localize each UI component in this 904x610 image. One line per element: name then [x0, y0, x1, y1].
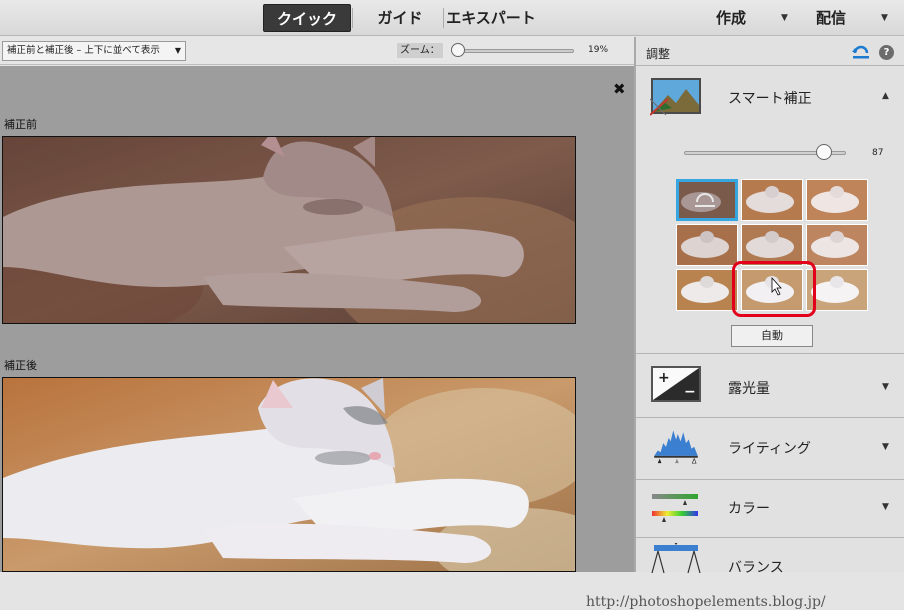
lighting-histogram-icon — [654, 430, 698, 464]
preset-thumbnail-reset[interactable] — [676, 179, 738, 221]
svg-text:−: − — [684, 384, 696, 400]
preset-thumbnail[interactable] — [806, 179, 868, 221]
zoom-label: ズーム： — [397, 43, 443, 58]
smart-fix-icon — [650, 78, 701, 116]
share-menu-chevron-icon[interactable]: ▼ — [881, 4, 888, 32]
divider — [636, 537, 904, 538]
chevron-down-icon: ▼ — [174, 46, 181, 55]
divider — [636, 65, 904, 66]
zoom-slider-track[interactable] — [454, 49, 574, 53]
exposure-icon: + − — [651, 366, 701, 402]
expand-icon[interactable]: ▼ — [882, 442, 889, 452]
reset-icon[interactable] — [852, 44, 870, 60]
divider — [636, 353, 904, 354]
preset-thumbnail[interactable] — [676, 269, 738, 311]
expand-icon[interactable]: ▼ — [882, 382, 889, 392]
collapse-icon[interactable]: ▲ — [882, 91, 889, 101]
watermark-text: http://photoshopelements.blog.jp/ — [586, 594, 826, 610]
mode-guide-button[interactable]: ガイド — [360, 4, 440, 32]
before-photo — [2, 136, 576, 324]
divider — [443, 8, 444, 28]
create-menu-chevron-icon[interactable]: ▼ — [781, 4, 788, 32]
help-icon[interactable]: ? — [879, 45, 894, 60]
divider — [636, 479, 904, 480]
svg-text:+: + — [658, 370, 670, 386]
smart-fix-value: 87 — [872, 148, 884, 158]
mode-expert-button[interactable]: エキスパート — [446, 4, 536, 32]
color-icon — [652, 494, 698, 522]
close-icon[interactable]: ✖ — [613, 80, 626, 98]
balance-label[interactable]: バランス — [728, 557, 784, 577]
options-bar: 補正前と補正後 – 上下に並べて表示 ▼ ズーム： 19% — [0, 37, 634, 65]
divider — [352, 8, 353, 28]
exposure-label[interactable]: 露光量 — [728, 378, 770, 398]
divider — [636, 417, 904, 418]
preset-thumbnail[interactable] — [741, 224, 803, 266]
after-photo — [2, 377, 576, 572]
lighting-label[interactable]: ライティング — [728, 438, 811, 458]
preset-thumbnail[interactable] — [676, 224, 738, 266]
view-mode-select[interactable]: 補正前と補正後 – 上下に並べて表示 ▼ — [2, 41, 186, 61]
balance-icon — [651, 543, 701, 574]
expand-icon[interactable]: ▼ — [882, 502, 889, 512]
smart-fix-slider-thumb[interactable] — [816, 144, 832, 160]
view-mode-value: 補正前と補正後 – 上下に並べて表示 — [7, 45, 160, 56]
after-label: 補正後 — [4, 359, 37, 372]
panel-title: 調整 — [646, 47, 671, 61]
highlight-ring — [732, 261, 816, 317]
before-label: 補正前 — [4, 118, 37, 131]
photo-canvas: ✖ 補正前 補正後 http://photoshopelements.blog.… — [0, 66, 826, 610]
zoom-slider-thumb[interactable] — [451, 43, 465, 57]
share-menu[interactable]: 配信 — [816, 4, 846, 32]
adjustments-panel: 調整 ? スマート補正 ▲ 87 自動 + − 露光量 ▼ ライティング ▼ カ… — [634, 37, 904, 576]
mode-quick-button[interactable]: クイック — [263, 4, 351, 32]
auto-button[interactable]: 自動 — [731, 325, 813, 347]
preset-thumbnail[interactable] — [806, 224, 868, 266]
zoom-value: 19% — [588, 45, 609, 55]
smart-fix-label[interactable]: スマート補正 — [728, 88, 812, 108]
top-bar: クイック ガイド エキスパート 作成 ▼ 配信 ▼ — [0, 0, 904, 36]
color-label[interactable]: カラー — [728, 498, 770, 518]
preset-thumbnail[interactable] — [741, 179, 803, 221]
create-menu[interactable]: 作成 — [716, 4, 746, 32]
